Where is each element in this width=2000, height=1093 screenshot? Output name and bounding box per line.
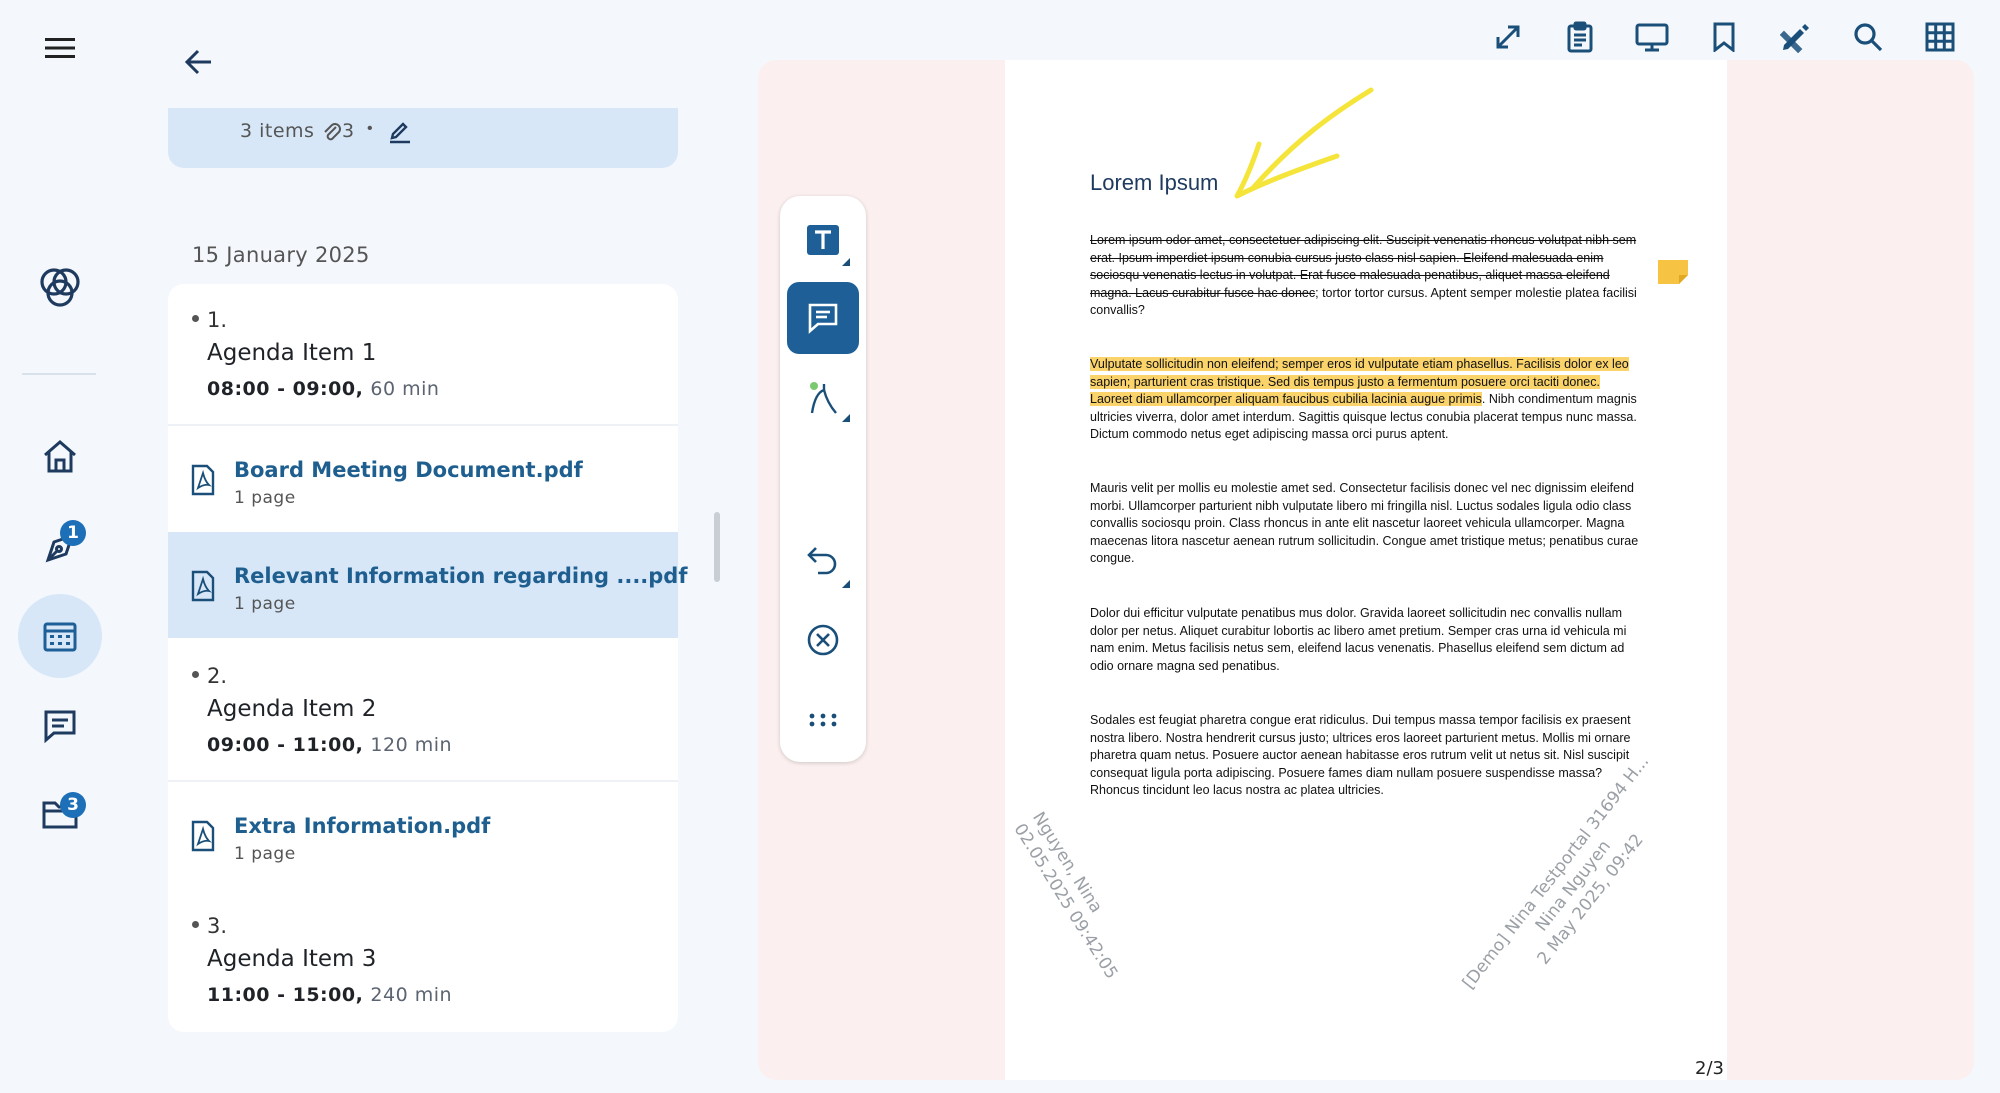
- submenu-indicator: [842, 414, 850, 422]
- pdf-heading: Lorem Ipsum: [1090, 170, 1219, 195]
- agenda-number: 2.: [207, 664, 228, 688]
- pdf-paragraph-5: Sodales est feugiat pharetra congue erat…: [1090, 713, 1631, 798]
- bookmark-icon: [1713, 22, 1735, 52]
- pencil-ruler-icon: [1780, 24, 1809, 53]
- grid-icon: [1925, 22, 1955, 52]
- tools-button[interactable]: [1773, 14, 1819, 60]
- nav-meetings[interactable]: [18, 594, 102, 678]
- nav-annotations[interactable]: 1: [18, 504, 102, 588]
- document-title: Relevant Information regarding ....pdf: [234, 564, 688, 588]
- hamburger-icon: [45, 38, 75, 58]
- draw-tool-button[interactable]: [787, 362, 859, 434]
- undo-icon: [807, 547, 837, 575]
- submenu-indicator: [842, 258, 850, 266]
- files-badge: 3: [60, 792, 86, 818]
- pdf-file-icon: [191, 820, 215, 852]
- agenda-title: Agenda Item 1: [207, 340, 377, 366]
- agenda-title: Agenda Item 3: [207, 946, 377, 972]
- agenda-clipboard-button[interactable]: [1557, 14, 1603, 60]
- document-pages: 1 page: [234, 594, 296, 614]
- calendar-icon: [43, 622, 77, 652]
- meeting-items-count: 3 items: [240, 120, 315, 142]
- clipboard-icon: [1567, 21, 1593, 53]
- agenda-bullet: [192, 671, 199, 678]
- pdf-paragraph-4: Dolor dui efficitur vulputate penatibus …: [1090, 606, 1627, 673]
- back-button[interactable]: [178, 42, 218, 82]
- close-circle-icon: [807, 624, 839, 656]
- arrow-left-icon: [184, 49, 211, 75]
- more-tools-button[interactable]: [787, 684, 859, 756]
- agenda-time: 11:00 - 15:00, 240 min: [207, 984, 453, 1006]
- rail-divider: [22, 373, 96, 375]
- document-title: Board Meeting Document.pdf: [234, 458, 583, 482]
- pdf-file-icon: [191, 464, 215, 496]
- search-button[interactable]: [1845, 14, 1891, 60]
- agenda-bullet: [192, 315, 199, 322]
- menu-button[interactable]: [40, 28, 80, 68]
- page-indicator: 2/3: [1695, 1058, 1724, 1079]
- agenda-number: 3.: [207, 914, 228, 938]
- agenda-date: 15 January 2025: [192, 243, 370, 267]
- paperclip-icon: [324, 123, 341, 141]
- document-pages: 1 page: [234, 844, 296, 864]
- pdf-paragraph-2: Vulputate sollicitudin non eleifend; sem…: [1090, 357, 1637, 442]
- nav-files[interactable]: 3: [18, 772, 102, 856]
- logo-knot-icon: [40, 268, 80, 307]
- agenda-bullet: [192, 921, 199, 928]
- text-box-icon: [807, 225, 839, 255]
- meeting-separator: •: [367, 120, 373, 137]
- edit-pen-icon[interactable]: [388, 120, 412, 144]
- fullscreen-button[interactable]: [1485, 14, 1531, 60]
- bookmark-button[interactable]: [1701, 14, 1747, 60]
- ink-arrow-annotation[interactable]: [1225, 82, 1385, 202]
- submenu-indicator: [842, 580, 850, 588]
- grid-view-button[interactable]: [1917, 14, 1963, 60]
- meeting-attachments-count: 3: [342, 120, 355, 142]
- comment-tool-button[interactable]: [787, 282, 859, 354]
- app-logo: [18, 246, 102, 330]
- search-icon: [1854, 23, 1883, 52]
- pdf-paragraph-1: Lorem ipsum odor amet, consectetuer adip…: [1090, 233, 1637, 318]
- dots-grid-icon: [809, 713, 837, 727]
- pdf-paragraph-3: Mauris velit per mollis eu molestie amet…: [1090, 481, 1639, 566]
- agenda-title: Agenda Item 2: [207, 696, 377, 722]
- home-icon: [44, 440, 76, 473]
- nav-home[interactable]: [18, 414, 102, 498]
- agenda-number: 1.: [207, 308, 228, 332]
- pen-curve-icon: [810, 382, 837, 414]
- clear-annotations-button[interactable]: [787, 604, 859, 676]
- chat-bubble-icon: [44, 710, 76, 744]
- agenda-time: 09:00 - 11:00, 120 min: [207, 734, 453, 756]
- pdf-file-icon: [191, 570, 215, 602]
- monitor-icon: [1635, 23, 1669, 52]
- document-title: Extra Information.pdf: [234, 814, 491, 838]
- comment-icon: [808, 303, 838, 334]
- panel-resize-handle[interactable]: [714, 512, 720, 582]
- sticky-note-icon[interactable]: [1657, 259, 1689, 285]
- annotation-toolbar: [780, 196, 866, 762]
- agenda-time: 08:00 - 09:00, 60 min: [207, 378, 440, 400]
- nav-messages[interactable]: [18, 684, 102, 768]
- annotations-badge: 1: [60, 520, 86, 546]
- expand-arrows-icon: [1496, 25, 1520, 49]
- present-button[interactable]: [1629, 14, 1675, 60]
- document-pages: 1 page: [234, 488, 296, 508]
